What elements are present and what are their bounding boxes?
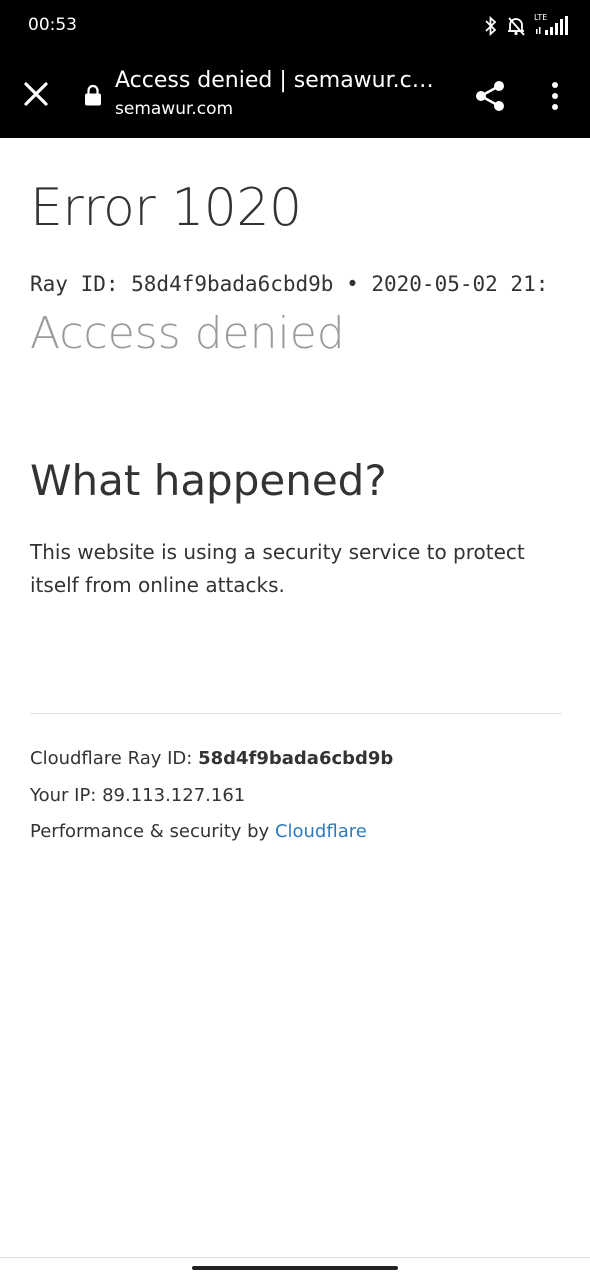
what-happened-heading: What happened? <box>30 456 387 505</box>
close-icon[interactable] <box>20 78 52 110</box>
footer-ray-id: Cloudflare Ray ID: 58d4f9bada6cbd9b <box>30 748 393 769</box>
error-title: Error 1020 <box>30 178 302 238</box>
performance-label: Performance & security by <box>30 821 275 842</box>
share-icon[interactable] <box>472 78 508 114</box>
gesture-home-bar[interactable] <box>192 1266 398 1270</box>
ray-id-line: Ray ID: 58d4f9bada6cbd9b • 2020-05-02 21… <box>30 272 549 296</box>
more-vert-icon[interactable] <box>540 78 570 114</box>
status-icons: LTE <box>484 13 568 38</box>
status-time: 00:53 <box>28 15 77 35</box>
divider <box>30 713 562 714</box>
cloudflare-link[interactable]: Cloudflare <box>275 821 367 842</box>
lock-icon <box>85 84 101 106</box>
nav-divider <box>0 1257 590 1258</box>
footer-performance: Performance & security by Cloudflare <box>30 821 367 842</box>
signal-icon: LTE <box>534 13 568 37</box>
browser-toolbar: Access denied | semawur.co... semawur.co… <box>0 52 590 138</box>
ray-id-label: Cloudflare Ray ID: <box>30 748 199 769</box>
ray-id-value: 58d4f9bada6cbd9b <box>198 748 394 769</box>
notifications-off-icon <box>508 17 525 36</box>
footer-ip: Your IP: 89.113.127.161 <box>30 785 246 806</box>
explanation-text: This website is using a security service… <box>30 540 525 597</box>
page-url[interactable]: semawur.com <box>115 99 233 119</box>
status-bar: 00:53 LTE <box>0 0 590 52</box>
access-denied-heading: Access denied <box>30 308 345 359</box>
bluetooth-icon <box>485 16 497 36</box>
page-title[interactable]: Access denied | semawur.co... <box>115 68 445 93</box>
